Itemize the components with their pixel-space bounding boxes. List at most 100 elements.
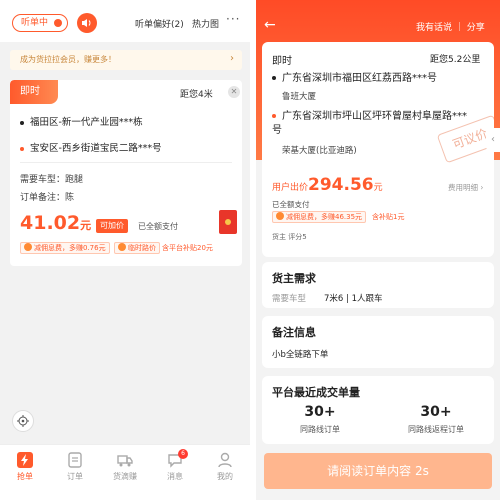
order-note-value: 陈	[65, 193, 75, 203]
bolt-icon	[118, 243, 126, 251]
tab-label: 我的	[217, 472, 233, 481]
paid-status: 已全额支付	[272, 200, 310, 209]
coin-icon	[24, 243, 32, 251]
commission-tag-text: 减佣息费，多赚46.35元	[286, 213, 363, 221]
bottom-tab-bar: 抢单 订单 货滴赚 6 消息 我的	[0, 444, 250, 500]
immediate-label: 即时	[272, 56, 292, 67]
order-list-screen: 听单中 听单偏好(2) 热力图 ··· 成为货拉拉会员，赚更多！ › 即时 距您…	[0, 0, 250, 500]
dropoff-dot-icon	[272, 114, 276, 118]
tab-label: 订单	[67, 472, 83, 481]
red-envelope-dot	[225, 219, 231, 225]
volume-title: 平台最近成交单量	[272, 386, 360, 399]
user-offer-price: 用户出价294.56元	[272, 175, 383, 195]
dropoff-building: 荣基大厦(比亚迪路)	[282, 146, 357, 156]
fee-detail-link[interactable]: 费用明细 ›	[448, 182, 483, 193]
commission-tag-text: 减佣息费，多赚0.76元	[34, 244, 106, 252]
listen-toggle-button[interactable]: 听单中	[12, 14, 68, 32]
cargo-title: 货主需求	[272, 272, 316, 285]
note-value: 小b全链路下单	[272, 350, 329, 360]
return-route-count: 30+	[420, 404, 452, 420]
vehicle-type-label: 需要车型：	[20, 175, 66, 185]
red-envelope-icon[interactable]	[219, 210, 237, 234]
order-summary-card: 即时 距您5.2公里 广东省深圳市福田区红荔西路***号 鲁班大厦 广东省深圳市…	[262, 42, 494, 257]
pickup-address-text: 福田区-新一代产业园***栋	[30, 117, 143, 128]
temp-price-tag: 临时路价	[114, 242, 160, 254]
side-drawer-handle[interactable]: ‹	[486, 128, 500, 152]
pickup-dot-icon	[20, 120, 24, 125]
distance-label: 距您5.2公里	[430, 55, 481, 65]
tab-profile[interactable]: 我的	[200, 451, 250, 482]
listen-preference-link[interactable]: 听单偏好(2)	[135, 17, 184, 30]
close-icon[interactable]: ✕	[228, 86, 240, 98]
feedback-share-links[interactable]: 我有话说 ｜ 分享	[416, 20, 485, 33]
vehicle-requirement-label: 需要车型	[272, 294, 307, 304]
top-bar: 听单中 听单偏好(2) 热力图 ···	[0, 0, 250, 42]
tab-label: 消息	[167, 472, 183, 481]
distance-label: 距您4米	[180, 90, 213, 100]
locate-icon	[17, 415, 29, 427]
vehicle-type: 需要车型：跑腿	[20, 172, 83, 185]
tab-label: 抢单	[17, 472, 33, 481]
immediate-tag: 即时	[10, 80, 58, 104]
lightning-icon	[17, 452, 33, 468]
divider	[20, 162, 232, 163]
shipper-rating: 货主 评分5	[272, 233, 307, 241]
message-badge: 6	[178, 449, 188, 459]
temp-price-tag-text: 临时路价	[128, 244, 156, 252]
cargo-requirement-card: 货主需求 需要车型 7米6 | 1人跟车	[262, 262, 494, 308]
dropoff-address-text: 宝安区-西乡街道宝民二路***号	[30, 143, 162, 154]
note-title: 备注信息	[272, 326, 316, 339]
listen-label: 听单中	[21, 18, 49, 28]
pickup-address: 广东省深圳市福田区红荔西路***号	[272, 72, 472, 86]
vehicle-requirement: 需要车型 7米6 | 1人跟车	[272, 292, 383, 304]
volume-button[interactable]	[77, 13, 97, 33]
order-price-value: 41.02	[20, 212, 81, 234]
subsidy-text: 含补贴1元	[372, 213, 405, 221]
tab-label: 货滴赚	[113, 472, 137, 481]
platform-volume-card: 平台最近成交单量 30+ 同路线订单 30+ 同路线返程订单	[262, 376, 494, 444]
pickup-building: 鲁班大厦	[282, 92, 317, 102]
subsidy-text: 含平台补贴20元	[162, 244, 213, 252]
vehicle-type-value: 跑腿	[65, 175, 84, 185]
more-menu-button[interactable]: ···	[226, 12, 240, 26]
user-offer-unit: 元	[373, 183, 383, 193]
pickup-dot-icon	[272, 76, 276, 80]
member-promo-banner[interactable]: 成为货拉拉会员，赚更多！ ›	[10, 50, 242, 70]
order-detail-screen: ← 我有话说 ｜ 分享 即时 距您5.2公里 广东省深圳市福田区红荔西路***号…	[256, 0, 500, 500]
order-note: 订单备注：陈	[20, 190, 74, 203]
vehicle-requirement-value: 7米6 | 1人跟车	[324, 294, 383, 304]
orders-icon	[68, 452, 82, 468]
same-route-label: 同路线订单	[300, 425, 340, 434]
pickup-address-text: 广东省深圳市福田区红荔西路***号	[282, 73, 437, 84]
dropoff-address: 宝安区-西乡街道宝民二路***号	[20, 140, 162, 154]
return-route-label: 同路线返程订单	[408, 425, 464, 434]
truck-icon	[117, 455, 133, 467]
screenshot: 听单中 听单偏好(2) 热力图 ··· 成为货拉拉会员，赚更多！ › 即时 距您…	[0, 0, 500, 500]
user-offer-label: 用户出价	[272, 183, 309, 193]
tab-grab-order[interactable]: 抢单	[0, 451, 50, 482]
paid-status: 已全额支付	[138, 222, 178, 231]
user-offer-value: 294.56	[308, 175, 374, 195]
chevron-right-icon: ›	[230, 53, 234, 64]
add-price-button[interactable]: 可加价	[96, 219, 128, 233]
tab-orders[interactable]: 订单	[50, 451, 100, 482]
same-route-count: 30+	[304, 404, 336, 420]
order-price-unit: 元	[80, 219, 92, 232]
note-card: 备注信息 小b全链路下单	[262, 316, 494, 368]
promo-text: 成为货拉拉会员，赚更多！	[20, 55, 116, 64]
order-card[interactable]: 即时 距您4米 ✕ 福田区-新一代产业园***栋 宝安区-西乡街道宝民二路***…	[10, 80, 242, 266]
same-route-stat: 30+ 同路线订单	[262, 404, 378, 435]
tab-earn[interactable]: 货滴赚	[100, 451, 150, 482]
dropoff-dot-icon	[20, 146, 24, 151]
commission-tag: 减佣息费，多赚46.35元	[272, 211, 367, 223]
dropoff-address-text: 广东省深圳市坪山区坪环曾屋村阜屋路***号	[272, 111, 467, 136]
read-order-button[interactable]: 请阅读订单内容 2s	[264, 453, 492, 489]
pickup-address: 福田区-新一代产业园***栋	[20, 114, 143, 128]
tab-messages[interactable]: 6 消息	[150, 449, 200, 482]
user-icon	[218, 452, 232, 468]
back-arrow-icon[interactable]: ←	[264, 17, 276, 33]
commission-tag: 减佣息费，多赚0.76元	[20, 242, 110, 254]
heatmap-link[interactable]: 热力图	[192, 17, 219, 30]
locate-button[interactable]	[12, 410, 34, 432]
speaker-icon	[82, 19, 91, 27]
